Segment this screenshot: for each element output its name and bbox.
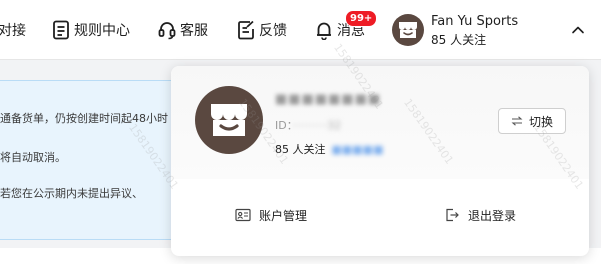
headset-icon	[158, 20, 176, 40]
top-navigation-bar: 对接 规则中心 客服 反馈 消息 99+ Fan Yu Sports 85 人关…	[0, 0, 601, 60]
nav-item-dock-label: 对接	[0, 23, 26, 39]
logout-button[interactable]: 退出登录	[444, 205, 516, 225]
feedback-edit-icon	[237, 20, 255, 40]
id-card-icon	[235, 208, 251, 222]
account-management-label: 账户管理	[259, 208, 308, 223]
shop-followers: 85 人关注 ■■■■■	[275, 141, 383, 157]
notice-line: 若您在公示期内未提出异议、	[0, 187, 143, 200]
switch-account-button[interactable]: 切换	[498, 108, 566, 134]
avatar[interactable]	[392, 14, 424, 46]
nav-item-feedback[interactable]: 反馈	[237, 18, 287, 42]
nav-item-dock[interactable]: 对接	[0, 18, 26, 42]
shop-store-icon	[399, 22, 417, 38]
logout-icon	[446, 208, 459, 222]
shop-name: ■■■■■■■■	[275, 92, 382, 107]
shop-id-value: ··········32	[292, 119, 342, 132]
nav-item-feedback-label: 反馈	[259, 23, 287, 39]
nav-item-customer-service-label: 客服	[180, 23, 208, 39]
account-management-button[interactable]: 账户管理	[235, 205, 307, 225]
notice-line: 将自动取消。	[0, 151, 66, 164]
logout-label: 退出登录	[468, 208, 517, 223]
chevron-up-icon[interactable]	[570, 22, 586, 38]
rules-document-icon	[52, 20, 70, 40]
switch-account-label: 切换	[528, 114, 553, 129]
shop-avatar	[195, 86, 263, 154]
notice-line: 通备货单，仍按创建时间起48小时	[0, 112, 168, 125]
bell-icon	[315, 20, 333, 40]
shop-store-icon	[211, 104, 247, 136]
nav-item-rules-center[interactable]: 规则中心	[52, 18, 130, 42]
message-count-badge: 99+	[345, 10, 378, 27]
notice-banner: 通备货单，仍按创建时间起48小时 将自动取消。 若您在公示期内未提出异议、	[0, 80, 190, 240]
account-dropdown-panel: ■■■■■■■■ ID：··········32 85 人关注 ■■■■■ 切换 …	[171, 66, 589, 256]
nav-item-rules-center-label: 规则中心	[74, 23, 130, 39]
shop-id-label: ID：	[275, 119, 293, 132]
shop-link[interactable]: ■■■■■	[332, 143, 384, 156]
shop-followers-count: 85 人关注	[275, 143, 326, 156]
account-name: Fan Yu Sports	[431, 14, 519, 29]
shop-id: ID：··········32	[275, 117, 341, 133]
swap-arrows-icon	[511, 116, 523, 126]
account-followers: 85 人关注	[431, 33, 487, 47]
nav-item-customer-service[interactable]: 客服	[158, 18, 208, 42]
